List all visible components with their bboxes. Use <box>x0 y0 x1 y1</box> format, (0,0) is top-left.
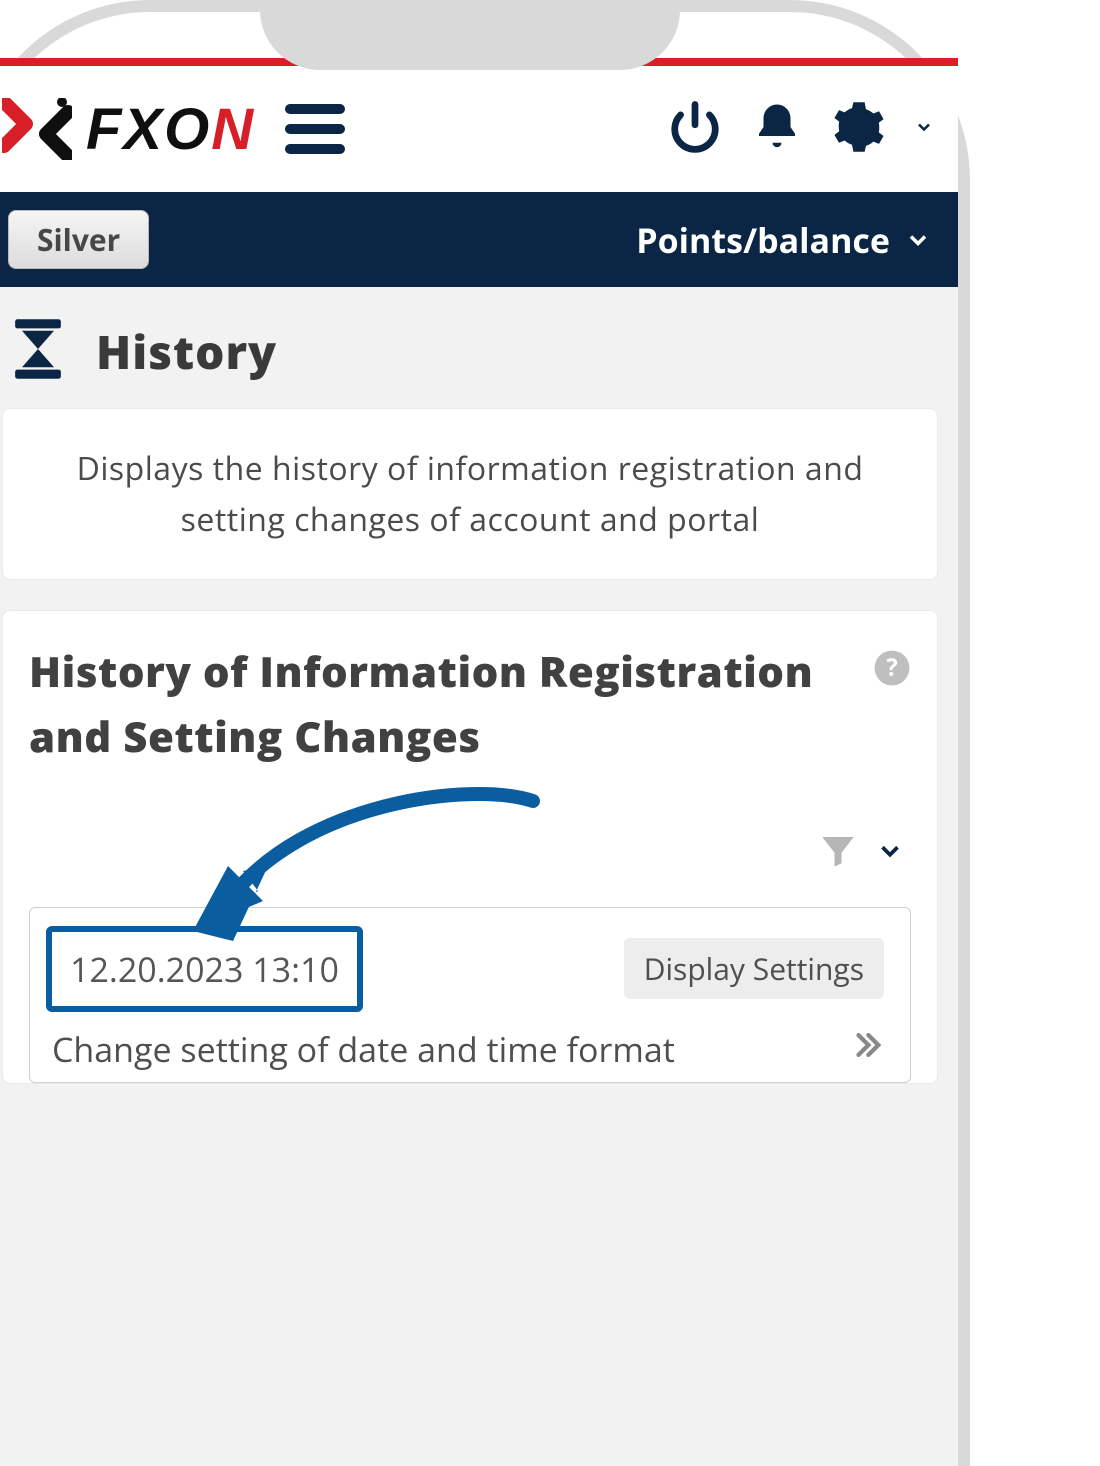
chevron-double-right-icon[interactable] <box>850 1026 884 1072</box>
brand-logo[interactable]: FXON <box>2 96 255 163</box>
brand-logo-mark-icon <box>2 98 72 160</box>
page-title-row: History <box>2 311 938 408</box>
help-icon[interactable]: ? <box>873 649 911 692</box>
hourglass-icon <box>10 317 66 386</box>
history-section-card: History of Information Registration and … <box>2 610 938 1083</box>
menu-button[interactable] <box>285 94 345 164</box>
filter-icon[interactable] <box>817 830 859 877</box>
filter-row <box>29 770 911 907</box>
svg-text:?: ? <box>886 651 897 683</box>
history-action-text: Change setting of date and time format <box>52 1026 675 1072</box>
points-balance-toggle[interactable]: Points/balance <box>636 217 932 263</box>
page-title: History <box>96 321 277 383</box>
phone-notch <box>260 0 680 70</box>
history-category-badge: Display Settings <box>624 938 884 999</box>
chevron-down-icon[interactable] <box>914 117 934 142</box>
tier-badge: Silver <box>8 210 149 269</box>
page-description-card: Displays the history of information regi… <box>2 408 938 580</box>
history-timestamp: 12.20.2023 13:10 <box>46 926 363 1012</box>
power-icon[interactable] <box>668 100 722 159</box>
brand-logo-text: FXON <box>86 96 255 163</box>
app-header: FXON <box>0 66 958 192</box>
account-subheader: Silver Points/balance <box>0 192 958 287</box>
chevron-down-icon <box>904 226 932 254</box>
section-title: History of Information Registration and … <box>29 639 863 769</box>
gear-icon[interactable] <box>832 100 886 159</box>
chevron-down-icon[interactable] <box>875 836 905 871</box>
page-content: History Displays the history of informat… <box>0 287 958 1084</box>
history-row[interactable]: 12.20.2023 13:10 Display Settings Change… <box>29 907 911 1083</box>
points-balance-label: Points/balance <box>636 217 890 263</box>
bell-icon[interactable] <box>750 100 804 159</box>
header-actions <box>668 100 934 159</box>
section-header: History of Information Registration and … <box>29 639 911 769</box>
history-row-top: 12.20.2023 13:10 Display Settings <box>30 908 910 1020</box>
phone-frame: FXON <box>0 0 970 1466</box>
history-row-bottom: Change setting of date and time format <box>30 1020 910 1082</box>
app-screen: FXON <box>0 58 958 1466</box>
